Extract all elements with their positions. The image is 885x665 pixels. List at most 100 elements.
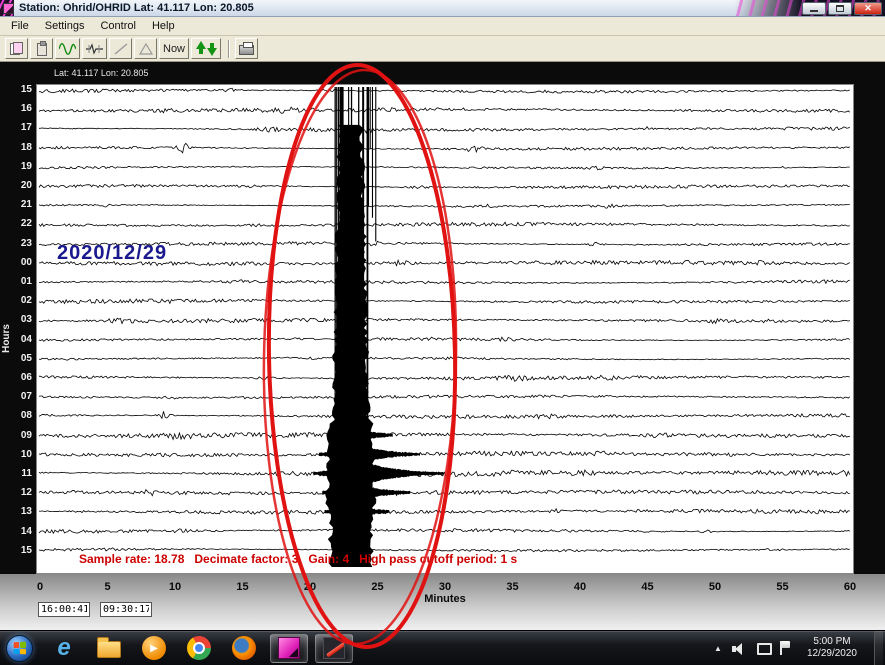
internet-explorer-icon: e [57, 637, 70, 659]
date-annotation: 2020/12/29 [57, 242, 167, 265]
minimize-icon [810, 10, 818, 12]
x-tick-label: 60 [844, 581, 856, 593]
seismogram-traces [37, 85, 853, 573]
window-title: Station: Ohrid/OHRID Lat: 41.117 Lon: 20… [19, 2, 254, 14]
x-tick-label: 30 [439, 581, 451, 593]
taskbar-item-red-app[interactable] [315, 634, 353, 663]
minimize-button[interactable] [802, 2, 826, 15]
scroll-arrows-button[interactable] [191, 38, 221, 59]
hour-label: 17 [6, 122, 32, 133]
hour-label: 21 [6, 199, 32, 210]
windows-logo-icon [14, 642, 26, 655]
hour-label: 05 [6, 353, 32, 364]
x-tick-label: 35 [506, 581, 518, 593]
close-button[interactable]: ✕ [854, 2, 882, 15]
system-tray: ▲ 5:00 PM 12/29/2020 [714, 631, 885, 665]
hour-label: 10 [6, 449, 32, 460]
show-desktop-button[interactable] [874, 631, 883, 665]
menu-control[interactable]: Control [93, 18, 142, 34]
maximize-button[interactable] [828, 2, 852, 15]
taskbar-item-seismograph-app[interactable] [270, 634, 308, 663]
clock-time: 5:00 PM [807, 636, 857, 648]
waveform-button[interactable] [55, 38, 80, 59]
x-axis-label: Minutes [424, 593, 466, 605]
hour-label: 11 [6, 468, 32, 479]
x-tick-label: 25 [371, 581, 383, 593]
triangle-icon [139, 43, 153, 55]
titlebar[interactable]: Station: Ohrid/OHRID Lat: 41.117 Lon: 20… [0, 0, 885, 17]
clipboard-icon [37, 43, 47, 56]
plot-client-area: Lat: 41.117 Lon: 20.805 Hours 1516171819… [0, 62, 885, 630]
clock-date: 12/29/2020 [807, 648, 857, 660]
hour-label: 20 [6, 180, 32, 191]
copy-button[interactable] [30, 38, 53, 59]
triangle-button[interactable] [134, 38, 157, 59]
hour-label: 03 [6, 314, 32, 325]
hidden-icons-chevron[interactable]: ▲ [714, 644, 722, 653]
taskbar-item-firefox[interactable] [225, 634, 263, 663]
hour-label: 12 [6, 487, 32, 498]
hour-label: 15 [6, 84, 32, 95]
arrow-down-icon [206, 41, 217, 56]
taskbar-item-internet-explorer[interactable]: e [45, 634, 83, 663]
hour-label: 13 [6, 506, 32, 517]
slope-icon [114, 43, 128, 55]
taskbar-item-media-player[interactable]: ▶ [135, 634, 173, 663]
media-player-icon: ▶ [142, 636, 166, 660]
x-tick-label: 45 [641, 581, 653, 593]
arrow-up-icon [195, 41, 206, 56]
hour-label: 22 [6, 218, 32, 229]
hour-label: 09 [6, 430, 32, 441]
x-tick-label: 50 [709, 581, 721, 593]
time-box-start[interactable] [38, 602, 90, 617]
x-tick-label: 10 [169, 581, 181, 593]
menu-file[interactable]: File [4, 18, 36, 34]
time-box-end[interactable] [100, 602, 152, 617]
waveform-marks-icon [86, 43, 103, 55]
maximize-icon [836, 5, 844, 12]
app-icon [3, 3, 14, 14]
hour-label: 14 [6, 526, 32, 537]
network-icon[interactable] [756, 642, 770, 655]
firefox-icon [232, 636, 256, 660]
red-slash-app-icon [323, 637, 345, 659]
taskbar: e ▶ ▲ 5:00 PM 12/29/2020 [0, 630, 885, 665]
pages-icon [10, 42, 23, 55]
x-axis-area: Minutes 051015202530354045505560 [0, 574, 885, 630]
menu-help[interactable]: Help [145, 18, 182, 34]
x-tick-label: 5 [104, 581, 110, 593]
taskbar-item-chrome[interactable] [180, 634, 218, 663]
hour-label: 06 [6, 372, 32, 383]
seismogram-plot[interactable]: 2020/12/29 Sample rate: 18.78 Decimate f… [36, 84, 854, 574]
hour-label: 23 [6, 238, 32, 249]
slope-button[interactable] [109, 38, 132, 59]
hour-label: 16 [6, 103, 32, 114]
volume-icon[interactable] [732, 642, 746, 655]
hour-label: 01 [6, 276, 32, 287]
x-tick-label: 40 [574, 581, 586, 593]
open-button[interactable] [5, 38, 28, 59]
toolbar: Now [0, 36, 885, 62]
menubar: FileSettingsControlHelp [0, 17, 885, 36]
hour-label: 08 [6, 410, 32, 421]
taskbar-item-explorer[interactable] [90, 634, 128, 663]
folder-icon [97, 641, 121, 658]
x-tick-label: 55 [776, 581, 788, 593]
menu-settings[interactable]: Settings [38, 18, 92, 34]
printer-icon [239, 45, 254, 55]
hour-label: 00 [6, 257, 32, 268]
taskbar-clock[interactable]: 5:00 PM 12/29/2020 [807, 636, 857, 660]
plot-coordinates-label: Lat: 41.117 Lon: 20.805 [54, 68, 148, 78]
hour-label: 02 [6, 295, 32, 306]
close-icon: ✕ [864, 4, 872, 13]
status-line: Sample rate: 18.78 Decimate factor: 3 Ga… [79, 552, 517, 566]
print-button[interactable] [235, 38, 258, 59]
action-center-flag-icon[interactable] [780, 641, 790, 655]
now-button[interactable]: Now [159, 38, 189, 59]
trace-marks-button[interactable] [82, 38, 107, 59]
x-tick-label: 0 [37, 581, 43, 593]
waveform-icon [59, 43, 76, 55]
hour-label: 15 [6, 545, 32, 556]
start-button[interactable] [6, 635, 33, 662]
toolbar-separator [228, 40, 230, 58]
